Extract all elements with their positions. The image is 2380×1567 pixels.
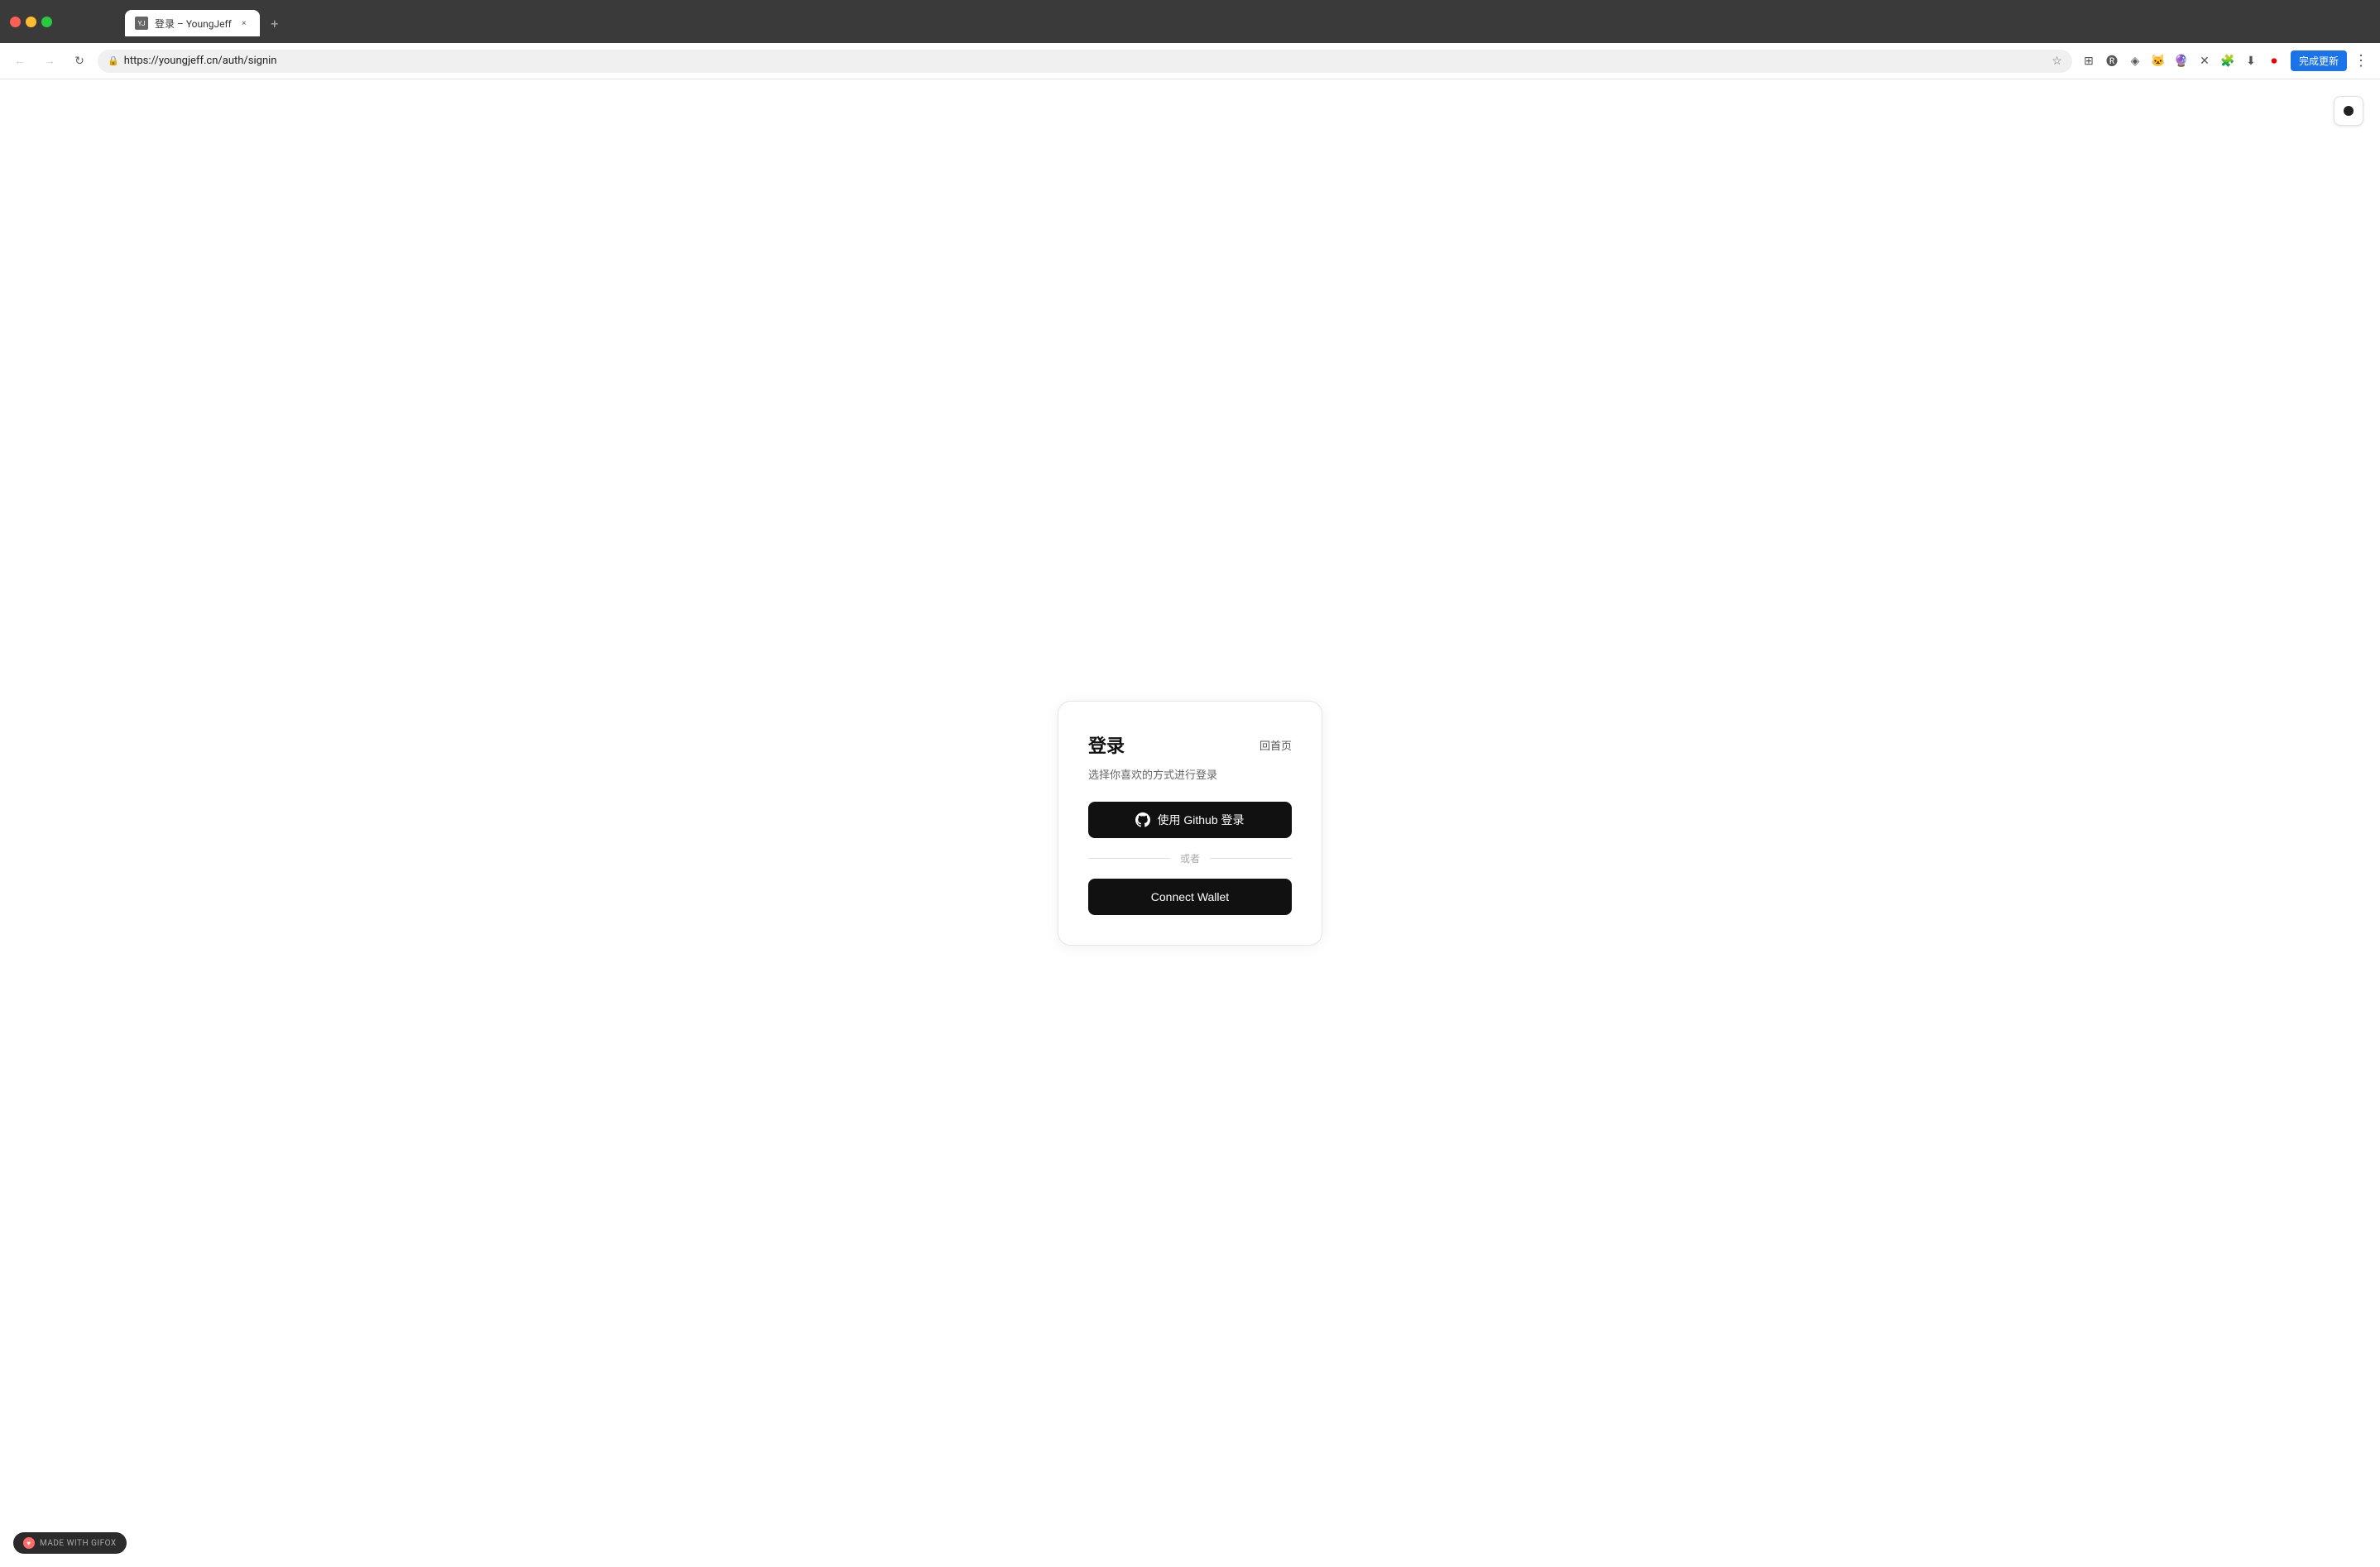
active-tab[interactable]: YJ 登录 – YoungJeff × bbox=[125, 10, 260, 36]
close-button[interactable] bbox=[10, 17, 21, 27]
back-button[interactable]: ← bbox=[8, 50, 31, 73]
connect-wallet-button[interactable]: Connect Wallet bbox=[1088, 879, 1292, 915]
page-content: 登录 回首页 选择你喜欢的方式进行登录 使用 Github 登录 或者 Conn… bbox=[0, 79, 2380, 1567]
card-title: 登录 bbox=[1088, 731, 1125, 758]
footer-badge: ♥ MADE WITH GIFOX bbox=[13, 1532, 127, 1554]
ext-icon-5[interactable]: 🔮 bbox=[2171, 51, 2191, 71]
lock-icon: 🔒 bbox=[108, 55, 119, 66]
github-icon bbox=[1135, 812, 1150, 827]
divider-line-left bbox=[1088, 858, 1170, 859]
footer-badge-label: MADE WITH GIFOX bbox=[40, 1539, 117, 1548]
url-display: https://youngjeff.cn/auth/signin bbox=[124, 55, 2047, 67]
forward-icon: → bbox=[44, 54, 55, 68]
github-button-label: 使用 Github 登录 bbox=[1157, 812, 1244, 828]
traffic-lights bbox=[10, 17, 52, 27]
update-button[interactable]: 完成更新 bbox=[2291, 50, 2347, 71]
ext-icon-6[interactable]: ✕ bbox=[2195, 51, 2214, 71]
tab-favicon: YJ bbox=[135, 17, 148, 30]
record-icon[interactable]: ⏺ bbox=[2264, 51, 2284, 71]
github-login-button[interactable]: 使用 Github 登录 bbox=[1088, 802, 1292, 838]
minimize-button[interactable] bbox=[26, 17, 36, 27]
card-header: 登录 回首页 bbox=[1088, 731, 1292, 758]
divider: 或者 bbox=[1088, 851, 1292, 865]
tab-close-icon[interactable]: × bbox=[238, 17, 250, 29]
divider-text: 或者 bbox=[1180, 851, 1200, 865]
address-bar[interactable]: 🔒 https://youngjeff.cn/auth/signin ☆ bbox=[98, 50, 2072, 73]
theme-toggle-button[interactable] bbox=[2334, 96, 2363, 126]
back-home-link[interactable]: 回首页 bbox=[1260, 737, 1292, 753]
divider-line-right bbox=[1210, 858, 1292, 859]
maximize-button[interactable] bbox=[41, 17, 52, 27]
gifox-icon: ♥ bbox=[23, 1537, 35, 1549]
login-card: 登录 回首页 选择你喜欢的方式进行登录 使用 Github 登录 或者 Conn… bbox=[1058, 701, 1322, 946]
nav-actions: 完成更新 ⋮ bbox=[2291, 50, 2372, 71]
theme-icon bbox=[2344, 106, 2354, 116]
ext-icon-1[interactable]: ⊞ bbox=[2079, 51, 2099, 71]
extensions-area: ⊞ 🅡 ◈ 🐱 🔮 ✕ 🧩 ⬇ ⏺ bbox=[2079, 51, 2284, 71]
bookmark-icon[interactable]: ☆ bbox=[2051, 55, 2062, 68]
more-menu-button[interactable]: ⋮ bbox=[2350, 52, 2372, 69]
tab-title: 登录 – YoungJeff bbox=[155, 17, 232, 31]
reload-button[interactable]: ↻ bbox=[68, 50, 91, 73]
ext-icon-3[interactable]: ◈ bbox=[2125, 51, 2145, 71]
card-subtitle: 选择你喜欢的方式进行登录 bbox=[1088, 766, 1292, 782]
back-icon: ← bbox=[14, 54, 26, 68]
new-tab-button[interactable]: + bbox=[263, 12, 286, 35]
nav-bar: ← → ↻ 🔒 https://youngjeff.cn/auth/signin… bbox=[0, 43, 2380, 79]
ext-puzzle-icon[interactable]: 🧩 bbox=[2218, 51, 2238, 71]
browser-chrome: YJ 登录 – YoungJeff × + ← → ↻ 🔒 https://yo… bbox=[0, 0, 2380, 79]
title-bar: YJ 登录 – YoungJeff × + bbox=[0, 0, 2380, 43]
download-icon[interactable]: ⬇ bbox=[2241, 51, 2261, 71]
forward-button[interactable]: → bbox=[38, 50, 61, 73]
tab-bar: YJ 登录 – YoungJeff × + bbox=[59, 7, 286, 36]
ext-icon-2[interactable]: 🅡 bbox=[2102, 51, 2122, 71]
ext-icon-4[interactable]: 🐱 bbox=[2148, 51, 2168, 71]
reload-icon: ↻ bbox=[74, 55, 84, 68]
